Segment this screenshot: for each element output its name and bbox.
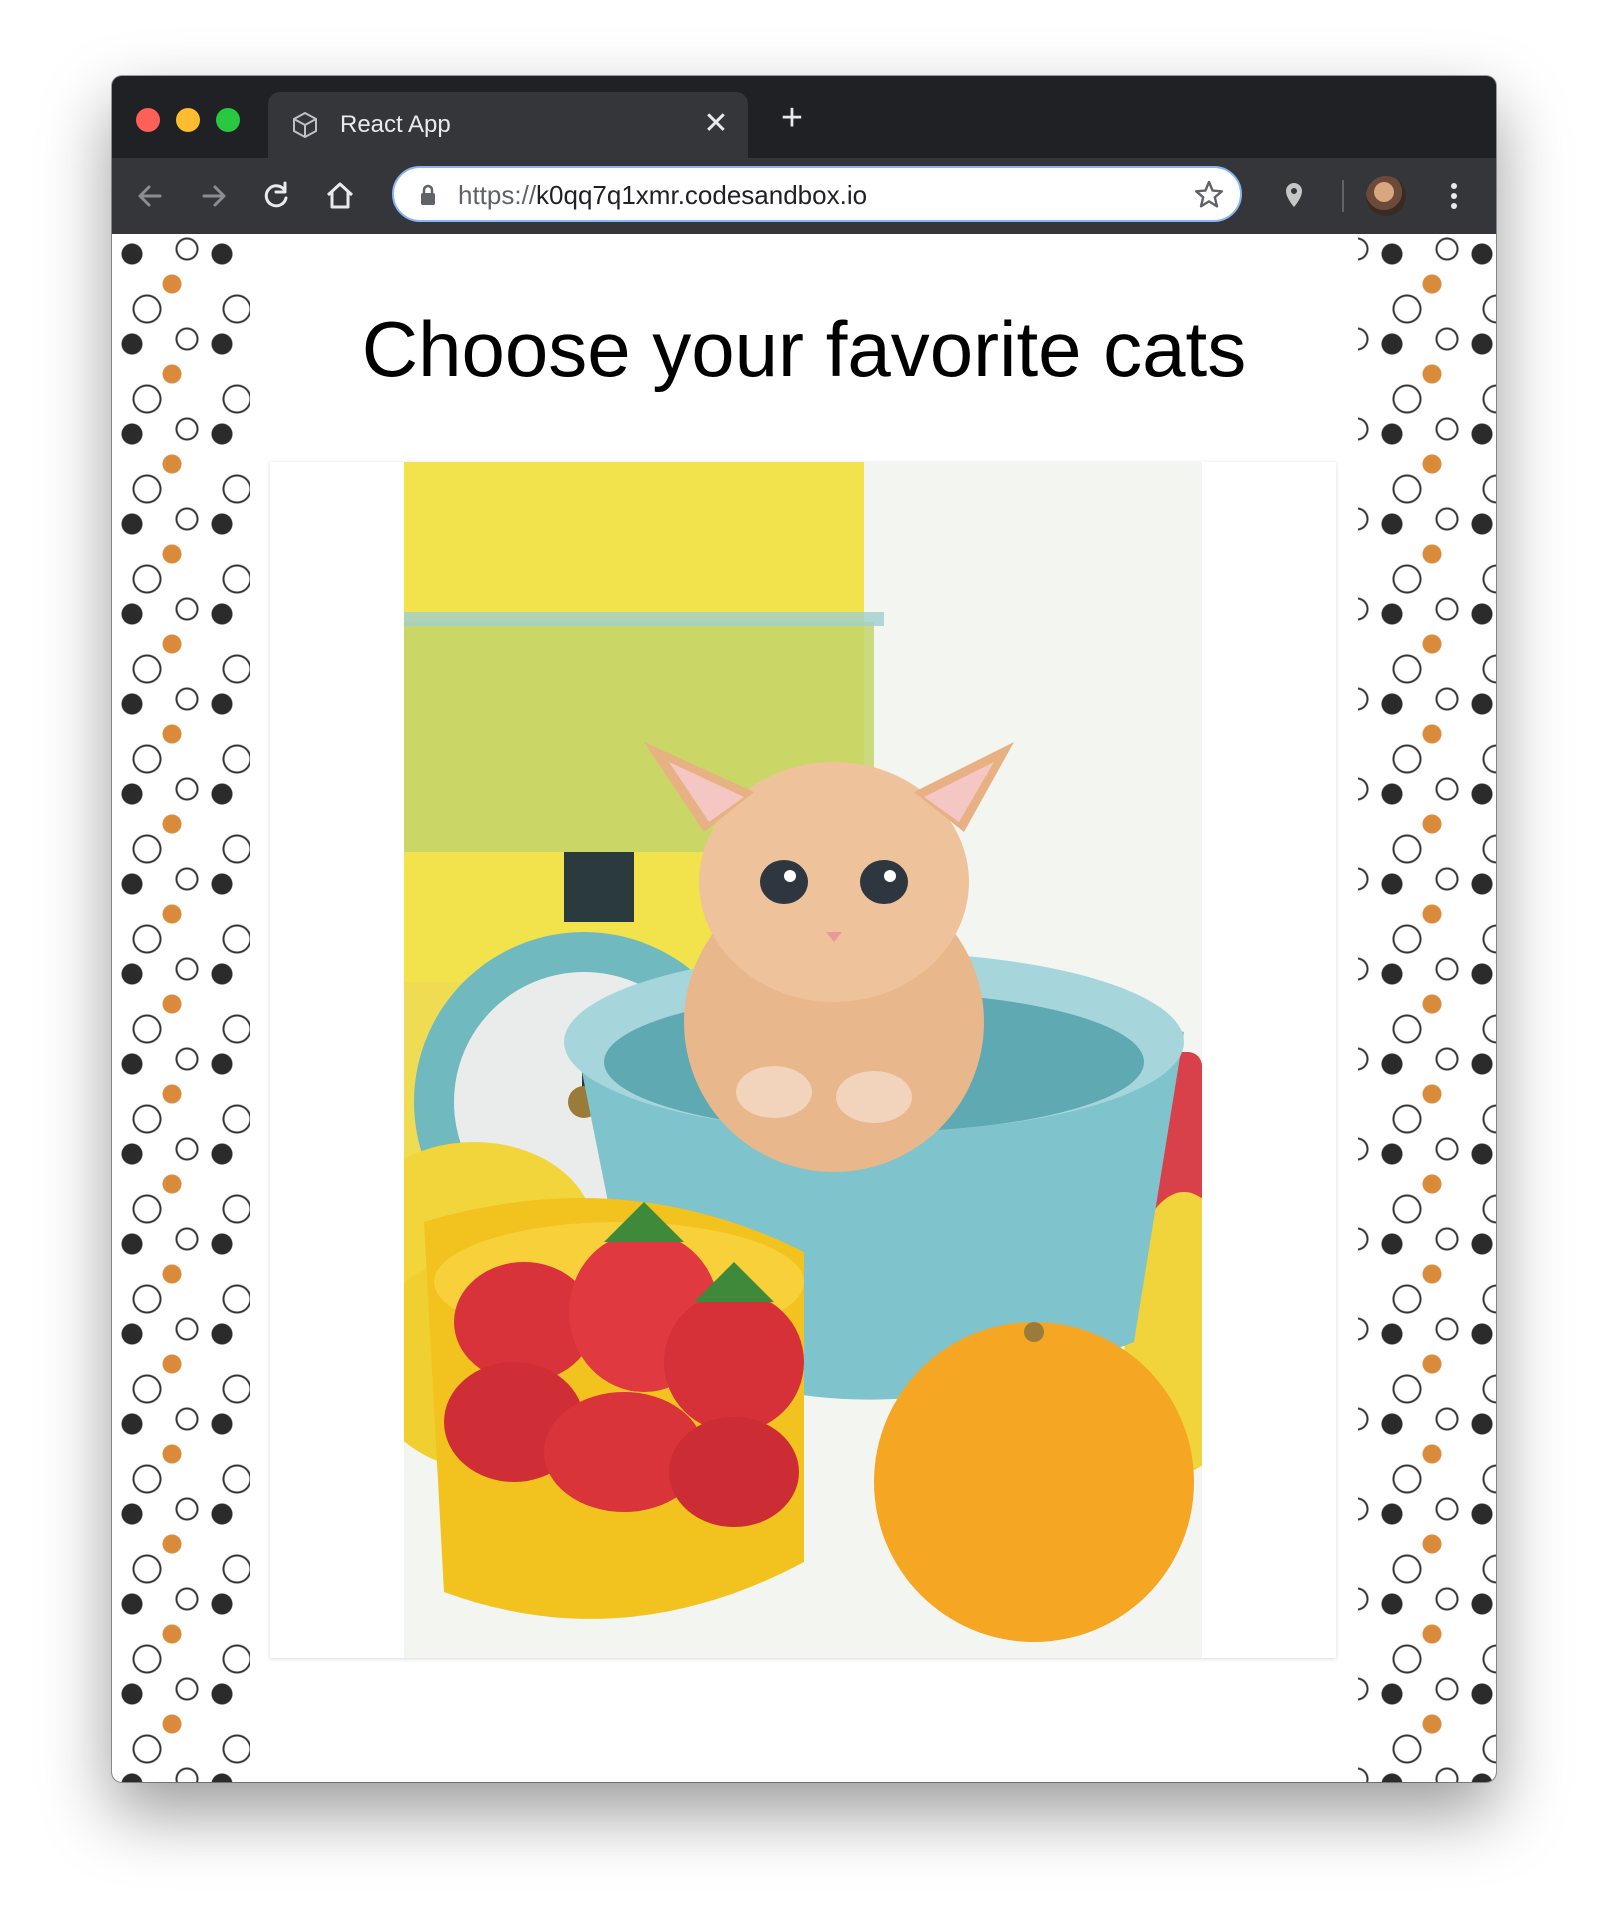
content-card: Choose your favorite cats (250, 234, 1358, 1782)
home-icon[interactable] (318, 174, 362, 218)
arrow-right-icon[interactable] (192, 174, 236, 218)
plus-icon[interactable]: + (772, 98, 812, 138)
tab-title: React App (340, 111, 451, 138)
page-viewport: Choose your favorite cats (112, 234, 1496, 1782)
more-vert-icon[interactable] (1432, 174, 1476, 218)
close-icon[interactable]: ✕ (700, 108, 732, 140)
lock-icon (421, 184, 435, 205)
codesandbox-cube-icon (293, 111, 317, 139)
title-bar: React App ✕ + (112, 76, 1496, 158)
star-bookmark-icon[interactable] (1192, 178, 1226, 212)
url-scheme: https:// (458, 180, 537, 210)
cat-image-frame (270, 462, 1336, 1658)
page-title: Choose your favorite cats (361, 305, 1247, 393)
reload-icon[interactable] (254, 174, 298, 218)
url-text: https://k0qq7q1xmr.codesandbox.io (458, 180, 867, 210)
url-host: k0qq7q1xmr.codesandbox.io (536, 180, 868, 210)
kitten-illustration (404, 462, 1202, 1658)
toolbar-separator (1342, 180, 1344, 212)
close-window-button[interactable] (136, 108, 160, 132)
address-bar[interactable]: https://k0qq7q1xmr.codesandbox.io (392, 166, 1242, 222)
avatar[interactable] (1366, 176, 1406, 216)
tab-react-app[interactable]: React App ✕ (268, 92, 748, 158)
browser-window: React App ✕ + https://k0qq7q1xmr.codesan… (112, 76, 1496, 1782)
minimize-window-button[interactable] (176, 108, 200, 132)
toolbar: https://k0qq7q1xmr.codesandbox.io (112, 158, 1496, 234)
location-pin-icon[interactable] (1272, 174, 1316, 218)
cat-photo[interactable] (404, 462, 1202, 1658)
zoom-window-button[interactable] (216, 108, 240, 132)
arrow-left-icon[interactable] (128, 174, 172, 218)
